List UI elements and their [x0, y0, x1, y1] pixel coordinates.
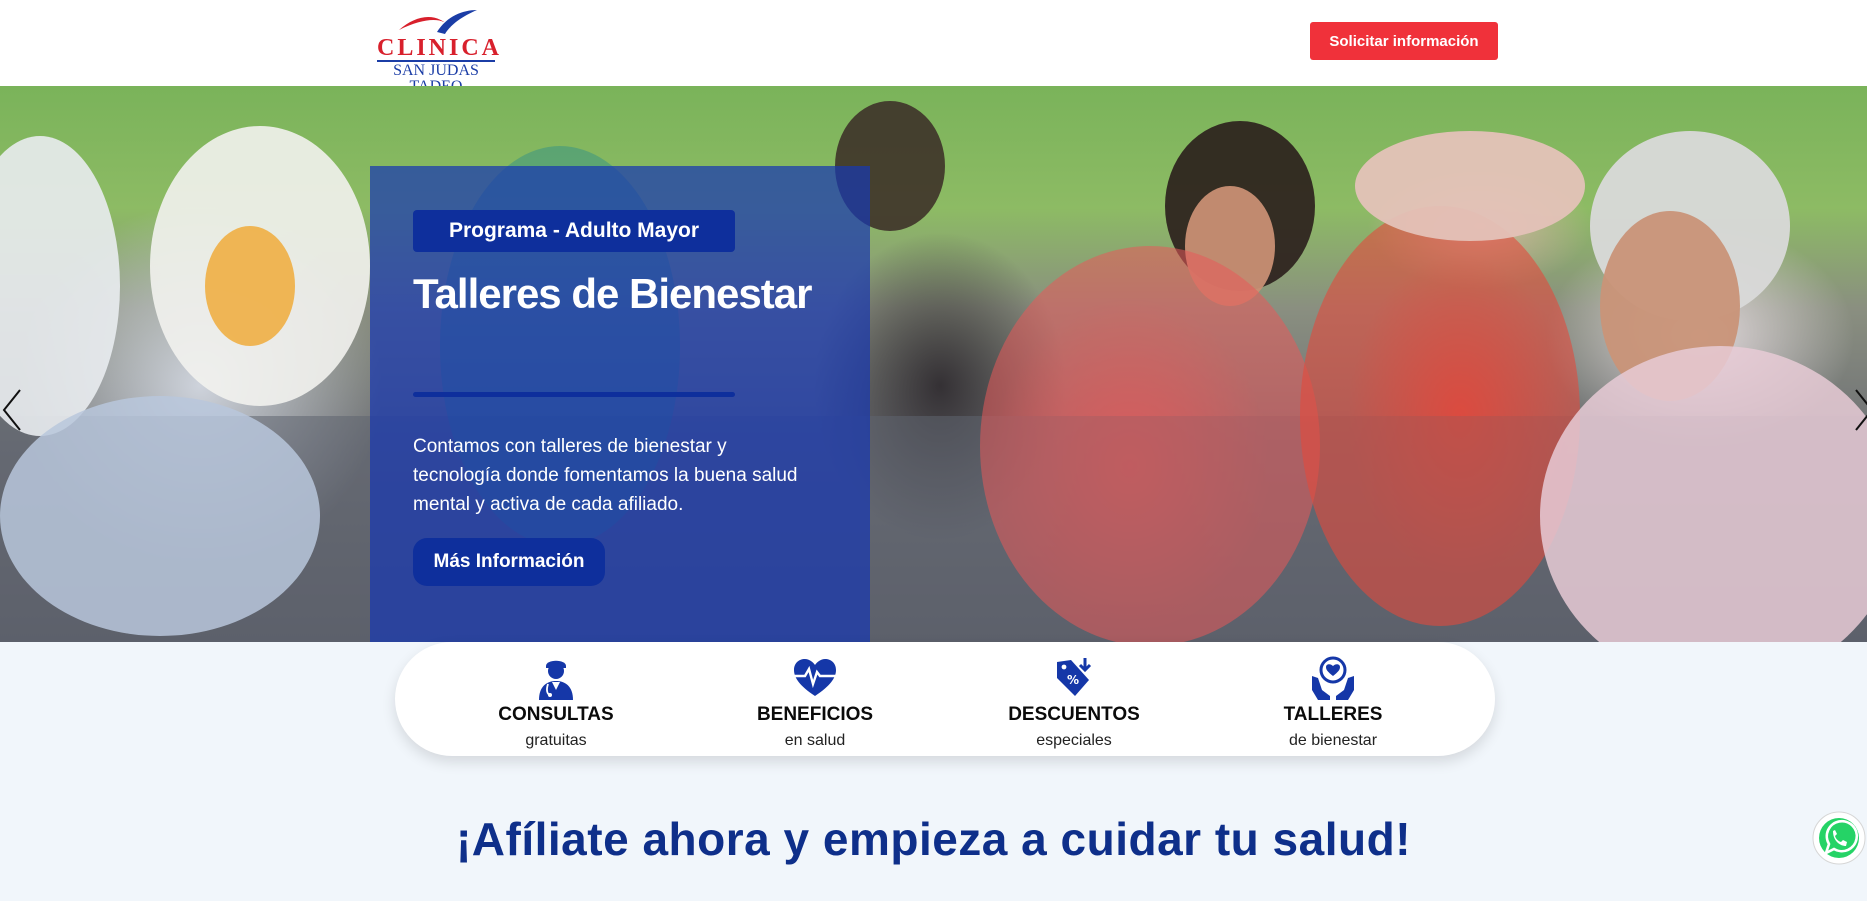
site-header: CLINICA SAN JUDAS TADEO Solicitar inform…	[0, 0, 1867, 95]
feature-title: DESCUENTOS	[1008, 704, 1140, 725]
carousel-next-icon[interactable]	[1852, 386, 1867, 434]
feature-talleres[interactable]: TALLERES de bienestar	[1233, 656, 1433, 750]
hero-description: Contamos con talleres de bienestar y tec…	[413, 436, 798, 515]
feature-beneficios[interactable]: BENEFICIOS en salud	[715, 656, 915, 750]
benefits-card: CONSULTAS gratuitas BENEFICIOS en salud …	[395, 642, 1495, 756]
hero-info-panel: Programa - Adulto Mayor Talleres de Bien…	[370, 166, 870, 642]
feature-title: BENEFICIOS	[756, 704, 874, 725]
clinic-logo[interactable]: CLINICA SAN JUDAS TADEO	[377, 8, 503, 95]
heartbeat-icon	[792, 659, 838, 696]
hero-carousel: Programa - Adulto Mayor Talleres de Bien…	[0, 86, 1867, 642]
more-info-button[interactable]: Más Información	[413, 538, 605, 586]
feature-subtitle: especiales	[1036, 732, 1112, 749]
feature-subtitle: en salud	[784, 732, 846, 749]
discount-tag-icon: %	[1057, 658, 1092, 696]
svg-text:%: %	[1067, 673, 1079, 687]
whatsapp-icon[interactable]	[1812, 811, 1866, 865]
hero-title: Talleres de Bienestar	[413, 270, 812, 317]
request-info-button[interactable]: Solicitar información	[1310, 22, 1498, 60]
feature-consultas[interactable]: CONSULTAS gratuitas	[456, 656, 656, 750]
care-hands-icon	[1312, 656, 1354, 700]
feature-descuentos[interactable]: % DESCUENTOS especiales	[974, 656, 1174, 750]
logo-wing-icon	[399, 10, 477, 34]
feature-subtitle: de bienestar	[1288, 732, 1378, 749]
carousel-prev-icon[interactable]	[0, 386, 24, 434]
feature-subtitle: gratuitas	[525, 732, 587, 749]
program-tag: Programa - Adulto Mayor	[413, 210, 735, 252]
hero-photo	[0, 101, 1867, 642]
affiliate-heading: ¡Afíliate ahora y empieza a cuidar tu sa…	[455, 813, 1412, 865]
feature-title: TALLERES	[1283, 704, 1383, 725]
logo-text-clinica: CLINICA	[377, 35, 503, 61]
doctor-icon	[539, 660, 573, 700]
hero-divider	[413, 392, 735, 397]
feature-title: CONSULTAS	[498, 704, 614, 725]
